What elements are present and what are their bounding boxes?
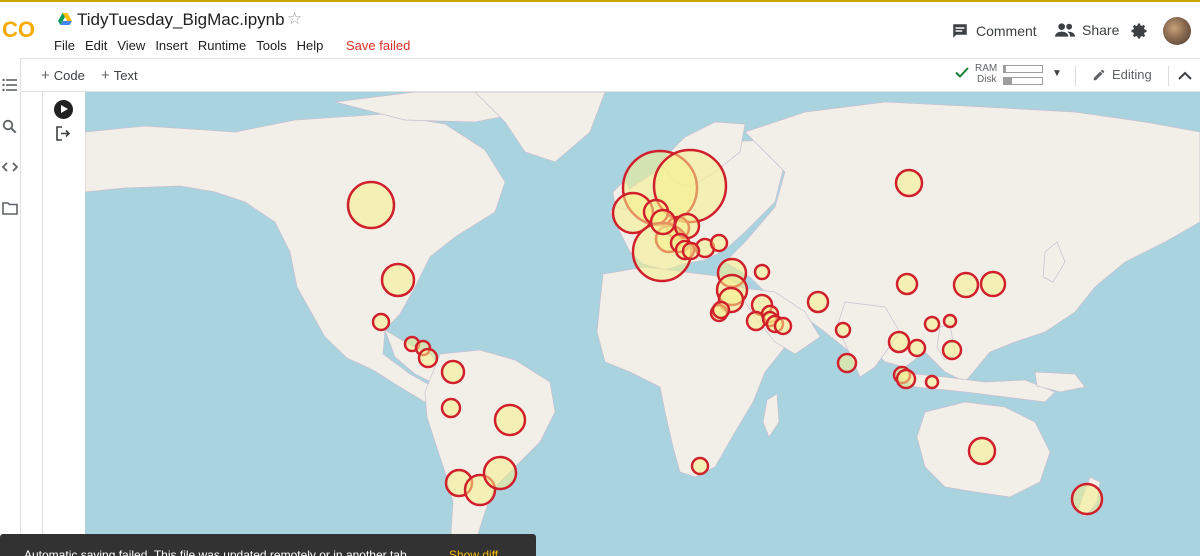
country-marker[interactable] xyxy=(1070,482,1104,516)
country-marker[interactable] xyxy=(711,300,731,320)
country-marker[interactable] xyxy=(952,271,980,299)
land-south-america xyxy=(424,349,556,556)
country-marker[interactable] xyxy=(690,456,710,476)
share-button[interactable]: Share xyxy=(1055,22,1119,38)
chevron-down-icon[interactable]: ▼ xyxy=(1052,68,1062,79)
country-marker[interactable] xyxy=(895,272,919,296)
menu-tools[interactable]: Tools xyxy=(256,38,286,53)
menu-view[interactable]: View xyxy=(117,38,145,53)
country-marker[interactable] xyxy=(887,330,911,354)
country-marker[interactable] xyxy=(482,455,518,491)
resource-indicator[interactable]: RAM Disk ▼ xyxy=(955,62,1070,88)
toc-icon[interactable] xyxy=(2,78,18,97)
logo-text: CO xyxy=(2,17,35,42)
avatar[interactable] xyxy=(1163,17,1191,45)
save-status[interactable]: Save failed xyxy=(346,38,410,53)
land-indonesia xyxy=(893,371,1056,403)
editing-mode-button[interactable]: Editing xyxy=(1092,67,1152,82)
cell-gutter xyxy=(42,92,86,556)
toast-message: Automatic saving failed. This file was u… xyxy=(24,548,410,556)
menu-help[interactable]: Help xyxy=(297,38,324,53)
menu-edit[interactable]: Edit xyxy=(85,38,107,53)
country-marker[interactable] xyxy=(417,347,439,369)
menu-runtime[interactable]: Runtime xyxy=(198,38,246,53)
run-cell-button[interactable] xyxy=(54,100,73,119)
add-code-label: Code xyxy=(53,68,85,83)
country-marker[interactable] xyxy=(967,436,997,466)
add-text-label: Text xyxy=(113,68,138,83)
country-marker[interactable] xyxy=(709,233,729,253)
disk-usage-bar xyxy=(1003,77,1043,85)
country-marker[interactable] xyxy=(895,368,917,390)
menu-bar: File Edit View Insert Runtime Tools Help xyxy=(54,38,333,53)
add-text-button[interactable]: + Text xyxy=(101,67,138,84)
star-icon[interactable]: ☆ xyxy=(287,9,302,29)
land-greenland xyxy=(474,92,606,163)
country-marker[interactable] xyxy=(440,359,466,385)
ram-label: RAM xyxy=(975,63,998,74)
people-icon xyxy=(1055,23,1075,37)
comment-label: Comment xyxy=(976,23,1037,39)
search-icon[interactable] xyxy=(2,119,17,139)
toolbar-divider xyxy=(1168,66,1169,86)
plus-icon: + xyxy=(41,67,50,84)
share-label: Share xyxy=(1082,22,1120,38)
map-output[interactable] xyxy=(85,92,1200,556)
country-marker[interactable] xyxy=(894,168,924,198)
country-marker[interactable] xyxy=(681,241,701,261)
country-marker[interactable] xyxy=(440,397,462,419)
notebook-title[interactable]: TidyTuesday_BigMac.ipynb xyxy=(77,10,285,30)
editing-label: Editing xyxy=(1112,67,1152,82)
country-marker[interactable] xyxy=(979,270,1007,298)
connected-check-icon xyxy=(955,67,969,81)
save-failed-toast: Automatic saving failed. This file was u… xyxy=(0,534,536,556)
country-marker[interactable] xyxy=(941,339,963,361)
country-marker[interactable] xyxy=(371,312,391,332)
ram-usage-bar xyxy=(1003,65,1043,73)
chevron-up-icon[interactable] xyxy=(1178,68,1192,86)
code-snippets-icon[interactable] xyxy=(1,160,19,179)
menu-insert[interactable]: Insert xyxy=(155,38,188,53)
country-marker[interactable] xyxy=(753,263,771,281)
google-drive-icon[interactable] xyxy=(58,13,72,31)
country-marker[interactable] xyxy=(834,321,852,339)
country-marker[interactable] xyxy=(942,313,958,329)
gear-icon[interactable] xyxy=(1130,22,1148,45)
comment-button[interactable]: Comment xyxy=(951,22,1037,40)
output-menu-icon[interactable] xyxy=(55,126,71,146)
show-diff-button[interactable]: Show diff xyxy=(449,548,498,556)
country-marker[interactable] xyxy=(907,338,927,358)
comment-icon xyxy=(953,24,967,38)
country-marker[interactable] xyxy=(924,374,940,390)
menu-file[interactable]: File xyxy=(54,38,75,53)
top-bar: CO TidyTuesday_BigMac.ipynb ☆ File Edit … xyxy=(0,0,1200,58)
country-marker[interactable] xyxy=(836,352,858,374)
colab-logo[interactable]: CO xyxy=(2,14,42,44)
add-code-button[interactable]: + Code xyxy=(41,67,85,84)
land-madagascar xyxy=(762,393,780,438)
country-marker[interactable] xyxy=(649,208,677,236)
country-marker[interactable] xyxy=(806,290,830,314)
left-sidebar xyxy=(0,58,21,556)
notebook-toolbar: + Code + Text RAM Disk ▼ Editing xyxy=(0,58,1200,92)
disk-label: Disk xyxy=(977,74,997,85)
country-marker[interactable] xyxy=(923,315,941,333)
pencil-icon xyxy=(1093,69,1105,80)
world-map[interactable] xyxy=(85,92,1200,556)
country-marker[interactable] xyxy=(346,180,396,230)
country-marker[interactable] xyxy=(493,403,527,437)
plus-icon: + xyxy=(101,67,110,84)
toolbar-divider xyxy=(1075,66,1076,86)
country-marker[interactable] xyxy=(380,262,416,298)
country-marker[interactable] xyxy=(773,316,793,336)
files-icon[interactable] xyxy=(2,201,18,220)
